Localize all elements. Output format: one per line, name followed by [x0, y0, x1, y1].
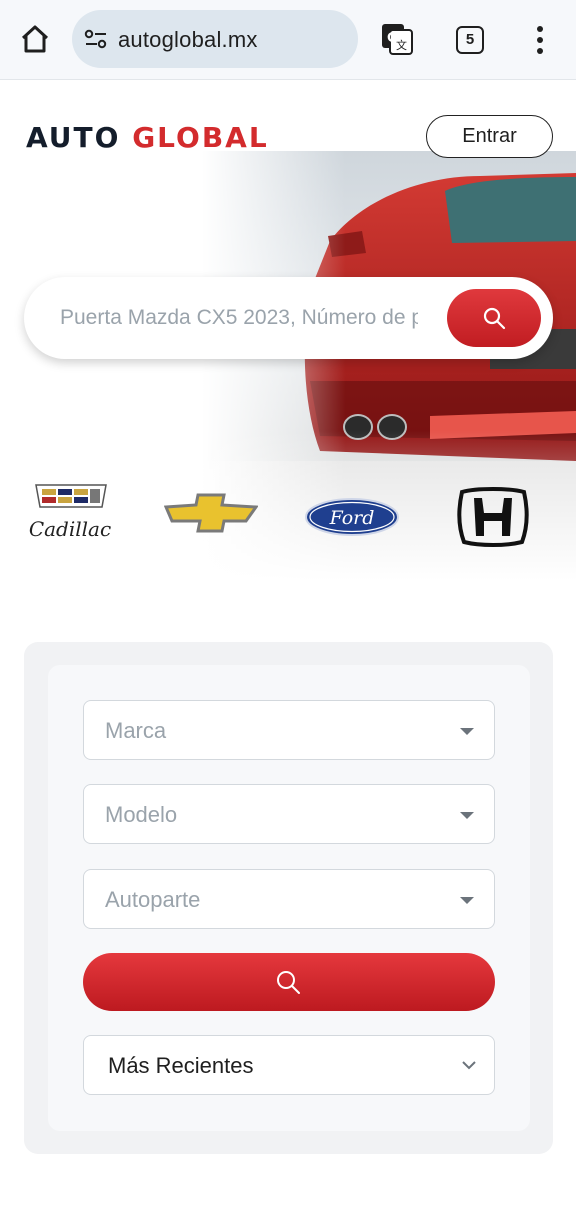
home-icon[interactable] [18, 22, 52, 56]
sort-select[interactable]: Más Recientes [83, 1035, 495, 1095]
part-search-bar [24, 277, 553, 359]
chevron-down-icon [462, 1061, 476, 1070]
caret-down-icon [460, 728, 474, 735]
sort-select-label: Más Recientes [108, 1053, 254, 1078]
logo-word-auto: AUTO [26, 121, 121, 154]
brand-logos: Cadillac Ford [0, 481, 576, 551]
part-select[interactable]: Autoparte [83, 869, 495, 929]
model-select-label: Modelo [105, 802, 178, 827]
brand-logo-honda[interactable] [456, 486, 530, 548]
part-select-label: Autoparte [105, 887, 201, 912]
address-bar[interactable]: autoglobal.mx [72, 10, 358, 68]
brand-logo-chevrolet[interactable] [164, 491, 258, 535]
browser-toolbar: autoglobal.mx G 文 5 [0, 0, 576, 80]
search-icon [483, 307, 506, 330]
model-select[interactable]: Modelo [83, 784, 495, 844]
translate-icon[interactable]: G 文 [380, 22, 414, 56]
brand-select[interactable]: Marca [83, 700, 495, 760]
site-settings-icon[interactable] [84, 28, 108, 50]
svg-text:Cadillac: Cadillac [29, 517, 111, 541]
site-logo[interactable]: AUTO GLOBAL [26, 121, 269, 154]
svg-text:Ford: Ford [329, 507, 375, 529]
brand-logo-ford[interactable]: Ford [304, 497, 400, 537]
logo-word-global: GLOBAL [132, 121, 269, 154]
search-icon [277, 971, 300, 994]
tab-switcher-button[interactable]: 5 [456, 26, 484, 54]
brand-logo-cadillac[interactable]: Cadillac [26, 481, 116, 551]
part-search-input[interactable] [60, 303, 418, 333]
caret-down-icon [460, 897, 474, 904]
caret-down-icon [460, 812, 474, 819]
url-text: autoglobal.mx [118, 27, 258, 52]
more-menu-icon[interactable] [528, 24, 552, 56]
hero-section: AUTO GLOBAL Entrar Cadillac [0, 81, 576, 581]
svg-text:文: 文 [396, 38, 407, 52]
filter-form: Marca Modelo Autoparte Más Recientes [48, 665, 530, 1131]
filter-search-button[interactable] [83, 953, 495, 1011]
filter-panel: Marca Modelo Autoparte Más Recientes [24, 642, 553, 1154]
login-button[interactable]: Entrar [426, 115, 553, 158]
brand-select-label: Marca [105, 718, 167, 743]
search-button[interactable] [447, 289, 541, 347]
